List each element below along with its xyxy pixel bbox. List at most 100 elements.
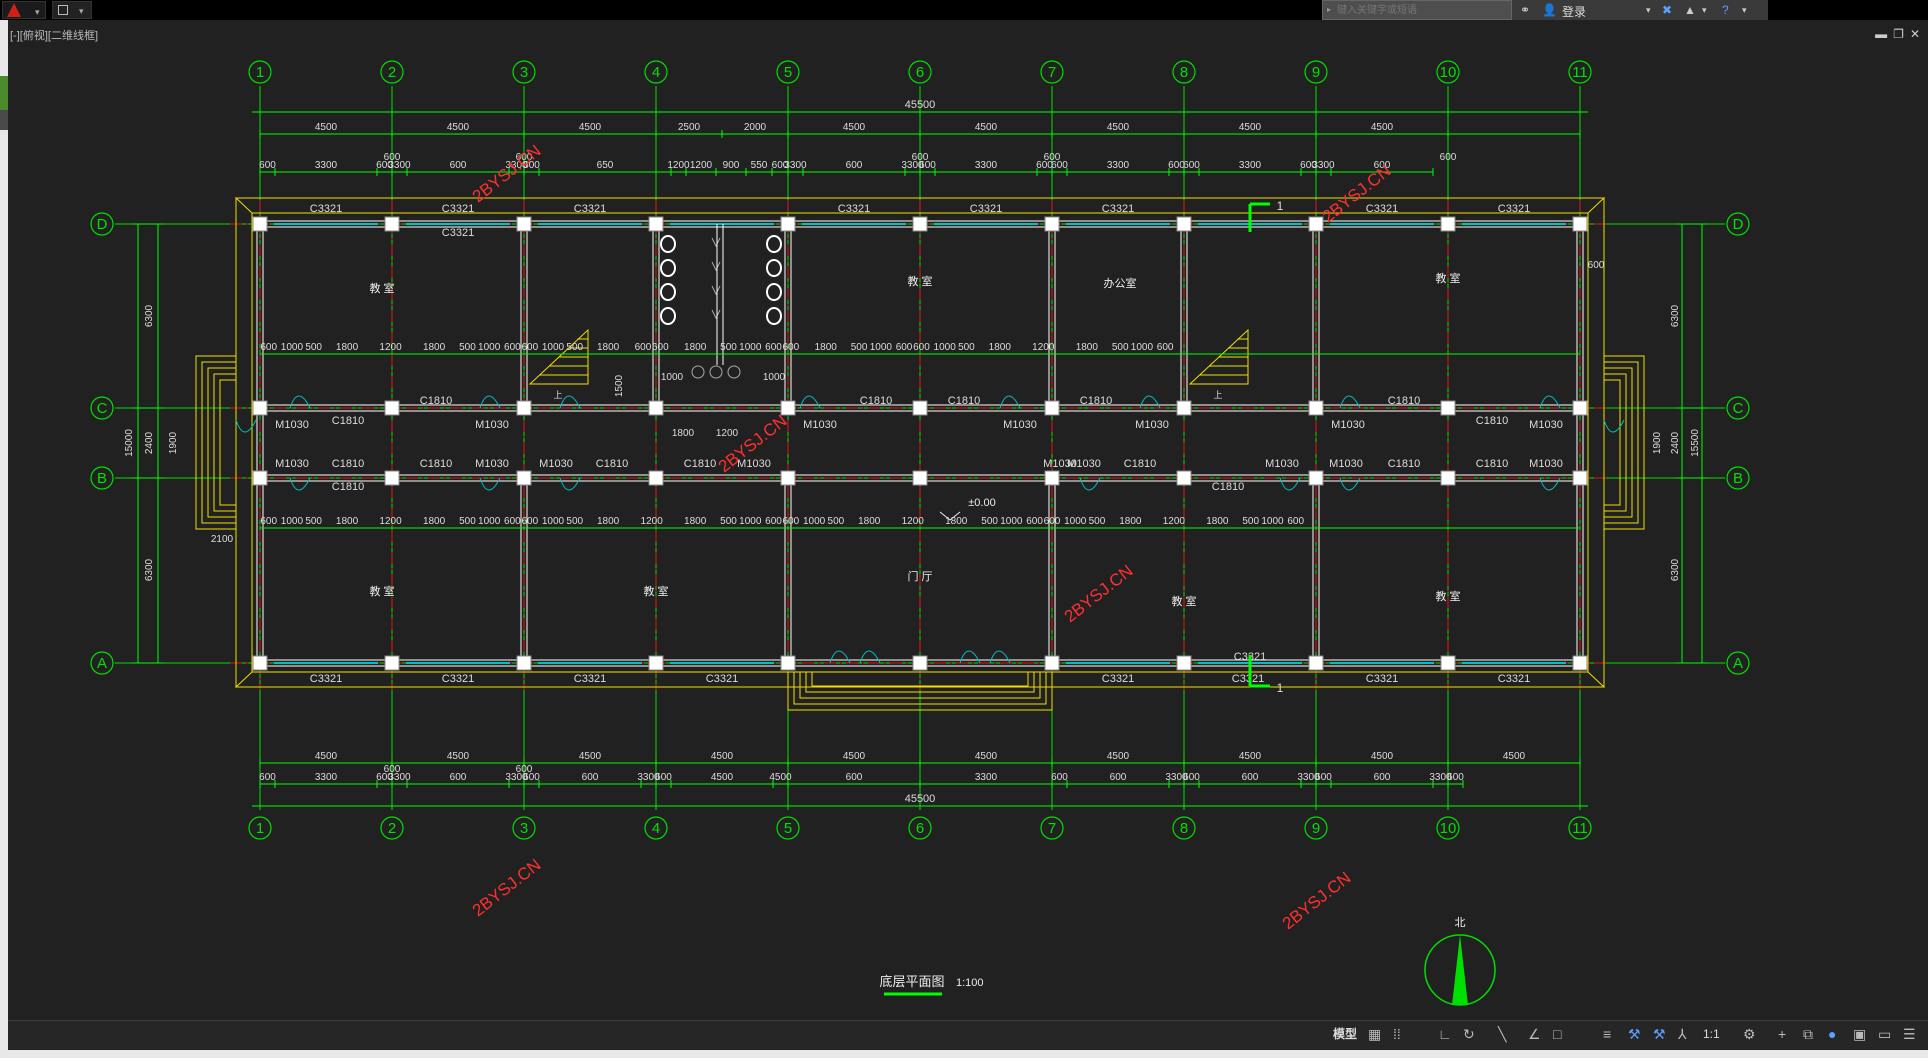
binoculars-icon[interactable]: ⚭ [1520, 3, 1530, 17]
exchange-icon[interactable]: ✖ [1662, 3, 1672, 17]
window-controls: ▬ ❐ ✕ [1869, 27, 1920, 41]
help-icon[interactable]: ? [1722, 3, 1729, 17]
corridor-dim-label: 1200 [902, 516, 925, 527]
polar-icon[interactable]: ↻ [1463, 1026, 1475, 1042]
corridor-dim-label: 1800 [815, 342, 838, 353]
column [648, 470, 664, 486]
door-label: M1030 [1265, 458, 1299, 470]
lineweight-icon[interactable]: ≡ [1603, 1026, 1611, 1042]
urinal-icon [711, 285, 721, 296]
offset-dim-label: 600 [384, 764, 401, 775]
bay-dim-label: 4500 [711, 751, 734, 762]
detail-dim-label: 3300 [1107, 160, 1130, 171]
auto-scale-icon[interactable]: ⚒ [1653, 1026, 1666, 1042]
isodraft-icon[interactable]: ╲ [1498, 1026, 1506, 1042]
isolate-icon[interactable]: ● [1828, 1026, 1836, 1042]
room-label: 教 室 [1435, 589, 1460, 603]
bay-dim-label: 4500 [1107, 751, 1130, 762]
plus-icon[interactable]: + [1778, 1026, 1786, 1042]
detail-dim-label: 600 [1242, 772, 1259, 783]
ortho-icon[interactable]: ∟ [1438, 1026, 1452, 1042]
annotation-visibility-icon[interactable]: ⚒ [1628, 1026, 1641, 1042]
quick-access-toolbar[interactable]: ▾ [52, 1, 92, 19]
detail-dim-label: 600 [1183, 772, 1200, 783]
corridor-dim-label: 1800 [1076, 342, 1099, 353]
osnap-icon[interactable]: □ [1553, 1026, 1561, 1042]
corridor-dim-label: 500 [1112, 342, 1129, 353]
window-label: C3321 [1102, 203, 1134, 215]
column [780, 216, 796, 232]
scale-selector[interactable]: 1:1 [1703, 1026, 1720, 1042]
urinal-icon [711, 237, 721, 248]
door-swing [959, 650, 981, 664]
grid-icon[interactable]: ▦ [1368, 1026, 1381, 1042]
corridor-dim-label: 600 [765, 342, 782, 353]
close-icon[interactable]: ✕ [1910, 27, 1920, 41]
restore-icon[interactable]: ❐ [1893, 27, 1904, 41]
chevron-down-icon[interactable]: ▾ [1702, 3, 1707, 17]
axis-label: 3 [520, 64, 528, 81]
side-dim-label: 1900 [1652, 431, 1663, 454]
gear-icon[interactable]: ⚙ [1743, 1026, 1756, 1042]
drawing-scale: 1:100 [956, 977, 984, 989]
units-icon[interactable]: ⧉ [1803, 1026, 1813, 1042]
login-button[interactable]: 登录 [1562, 3, 1586, 20]
axis-label: D [97, 216, 108, 233]
search-input[interactable] [1337, 2, 1507, 18]
window-label: C1810 [596, 458, 628, 470]
wc-dim-label: 1500 [614, 374, 625, 397]
axis-label: 11 [1572, 64, 1588, 81]
corridor-dim-label: 1800 [423, 516, 446, 527]
application-menu-button[interactable]: ▾ [2, 1, 46, 19]
entrance-step [213, 373, 236, 512]
minimize-icon[interactable]: ▬ [1875, 27, 1887, 41]
axis-label: D [1733, 216, 1744, 233]
object-track-icon[interactable]: ∠ [1528, 1026, 1541, 1042]
corridor-dim-label: 500 [566, 342, 583, 353]
column [252, 216, 268, 232]
model-tab[interactable]: 模型 [1333, 1025, 1357, 1042]
toilet-icon [766, 235, 782, 253]
door-swing [829, 650, 851, 664]
panel-tab[interactable] [0, 110, 8, 130]
detail-dim-label: 3300 [1239, 160, 1262, 171]
a360-icon[interactable]: ▲ [1684, 3, 1696, 17]
drawing-canvas[interactable]: 11223344556677889910101111D DC CB BA A上 上4550… [8, 40, 1928, 1020]
chevron-down-icon[interactable]: ▾ [1742, 3, 1747, 17]
corridor-dim-label: 1800 [989, 342, 1012, 353]
toilet-icon [660, 307, 676, 325]
side-dim-label: 1900 [168, 431, 179, 454]
column [1044, 655, 1060, 671]
hardware-accel-icon[interactable]: ▣ [1853, 1026, 1866, 1042]
column [516, 400, 532, 416]
corridor-dim-label: 1200 [1163, 516, 1186, 527]
corridor-dim-label: 600 [913, 342, 930, 353]
detail-dim-label: 3300 [975, 160, 998, 171]
door-swing [559, 477, 581, 491]
detail-dim-label: 1200 [690, 160, 713, 171]
detail-dim-label: 3300 [315, 160, 338, 171]
detail-dim-label: 600 [450, 772, 467, 783]
clean-screen-icon[interactable]: ▭ [1878, 1026, 1891, 1042]
door-swing [799, 395, 821, 409]
axis-label: 7 [1048, 64, 1056, 81]
column [252, 400, 268, 416]
section-label: 1 [1277, 199, 1284, 213]
chevron-down-icon[interactable]: ▾ [1646, 3, 1651, 17]
axis-label: 2 [388, 64, 396, 81]
watermark: 2BYSJ.CN [1279, 868, 1355, 933]
panel-tab[interactable] [0, 76, 8, 110]
customize-menu-icon[interactable]: ☰ [1903, 1026, 1916, 1042]
column [1572, 216, 1588, 232]
detail-dim-label: 3300 [784, 160, 807, 171]
corridor-dim-label: 1000 [542, 342, 565, 353]
axis-label: 9 [1312, 64, 1320, 81]
corridor-dim-label: 500 [720, 516, 737, 527]
annotation-scale-icon[interactable]: ⅄ [1678, 1026, 1687, 1042]
user-icon[interactable]: 👤 [1542, 3, 1557, 17]
axis-label: C [1733, 400, 1744, 417]
entrance-step [201, 361, 236, 524]
snap-icon[interactable]: ⁞⁞ [1393, 1026, 1401, 1042]
urinal-icon [711, 309, 721, 320]
search-box[interactable]: ▸ [1322, 0, 1512, 20]
